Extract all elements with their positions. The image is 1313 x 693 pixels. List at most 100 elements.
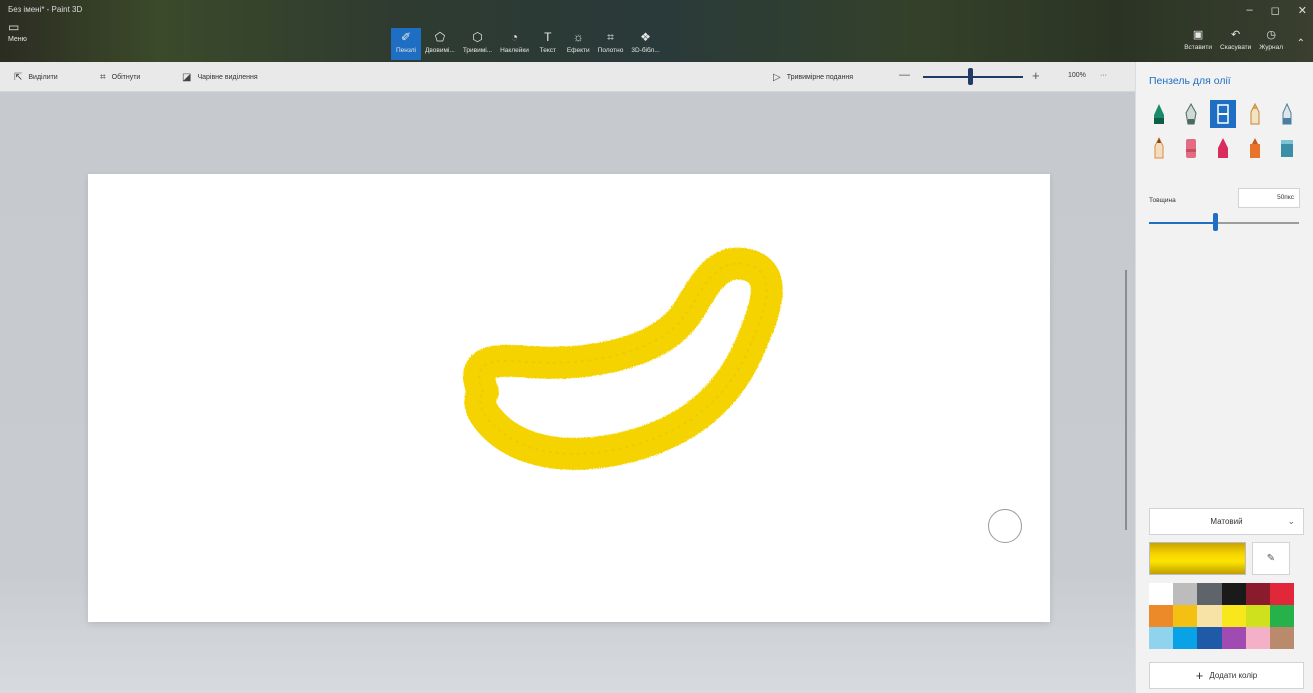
marker-brush-icon <box>1154 104 1164 124</box>
panel-title: Пензель для олії <box>1149 75 1231 87</box>
color-swatch[interactable] <box>1197 605 1222 627</box>
color-swatch[interactable] <box>1245 583 1270 605</box>
undo-button[interactable]: ↶ Скасувати <box>1220 28 1251 51</box>
vertical-scrollbar[interactable] <box>1125 270 1127 530</box>
tab-label: 3D-бібл... <box>631 47 660 54</box>
color-swatch[interactable] <box>1173 627 1198 649</box>
view-3d-label: Тривимірне подання <box>786 74 854 81</box>
current-color-swatch[interactable] <box>1149 542 1246 575</box>
2d-shapes-icon: ⬠ <box>434 30 446 44</box>
brush-watercolor[interactable] <box>1242 100 1268 128</box>
color-swatch[interactable] <box>1245 627 1270 649</box>
brush-marker[interactable] <box>1146 100 1172 128</box>
collapse-ribbon-icon[interactable]: ⌃ <box>1297 38 1305 49</box>
thickness-label: Товщина <box>1149 197 1176 204</box>
calligraphy-pen-icon <box>1185 103 1197 125</box>
crayon-icon <box>1218 138 1228 158</box>
color-swatch[interactable] <box>1197 627 1222 649</box>
history-label: Журнал <box>1259 44 1283 51</box>
color-swatch[interactable] <box>1173 583 1198 605</box>
tab-brushes[interactable]: ✐ Пензлі <box>391 28 421 60</box>
magic-select-button[interactable]: ◪ Чарівне виділення <box>182 72 258 83</box>
tab-2d-shapes[interactable]: ⬠ Двовимі... <box>421 28 459 60</box>
thickness-slider-thumb[interactable] <box>1213 213 1218 231</box>
crop-button[interactable]: ⌗ Обітнути <box>100 72 140 83</box>
select-button[interactable]: ⇱ Виділити <box>14 72 58 83</box>
pixel-pen-icon <box>1282 103 1292 125</box>
tab-effects[interactable]: ☼ Ефекти <box>563 28 594 60</box>
color-swatch[interactable] <box>1197 583 1222 605</box>
color-swatch[interactable] <box>1269 583 1295 605</box>
tab-3d-library[interactable]: ❖ 3D-бібл... <box>627 28 663 60</box>
color-palette <box>1149 583 1295 649</box>
more-options-button[interactable]: ··· <box>1100 72 1107 79</box>
color-swatch[interactable] <box>1173 605 1198 627</box>
maximize-button[interactable]: ◻ <box>1271 4 1280 17</box>
color-swatch[interactable] <box>1149 583 1174 605</box>
canvas-icon: ⌗ <box>607 30 614 44</box>
tab-label: Пензлі <box>395 47 417 54</box>
tab-label: Двовимі... <box>425 47 455 54</box>
color-swatch[interactable] <box>1269 605 1295 627</box>
yellow-paint-stroke <box>463 247 783 470</box>
3d-view-icon: ▷ <box>773 72 781 83</box>
add-color-button[interactable]: + Додати колір <box>1149 662 1304 689</box>
tab-canvas[interactable]: ⌗ Полотно <box>594 28 628 60</box>
color-swatch[interactable] <box>1221 605 1246 627</box>
menu-label: Меню <box>8 36 27 43</box>
fill-bucket-icon <box>1281 140 1293 157</box>
history-button[interactable]: ◷ Журнал <box>1259 28 1283 51</box>
brush-cursor-circle <box>988 509 1022 543</box>
brush-eraser[interactable] <box>1178 134 1204 162</box>
paste-button[interactable]: ▣ Вставити <box>1184 28 1212 51</box>
zoom-level: 100% <box>1068 72 1086 79</box>
drawing-canvas[interactable] <box>88 174 1050 622</box>
view-3d-toggle[interactable]: ▷ Тривимірне подання <box>773 72 853 83</box>
tab-3d-shapes[interactable]: ⬡ Тривимі... <box>459 28 496 60</box>
finish-dropdown[interactable]: Матовий ⌄ <box>1149 508 1304 535</box>
brush-fill[interactable] <box>1274 134 1300 162</box>
history-icon: ◷ <box>1266 29 1276 41</box>
brush-pixel-pen[interactable] <box>1274 100 1300 128</box>
select-label: Виділити <box>28 74 58 81</box>
brush-pencil[interactable] <box>1146 134 1172 162</box>
paste-label: Вставити <box>1184 44 1213 51</box>
add-color-label: Додати колір <box>1209 671 1258 680</box>
minimize-button[interactable]: – <box>1247 4 1253 17</box>
color-swatch[interactable] <box>1149 627 1174 649</box>
3d-shapes-icon: ⬡ <box>472 30 483 44</box>
close-button[interactable]: ✕ <box>1298 4 1307 17</box>
menu-button[interactable]: ▭ Меню <box>8 20 48 56</box>
eyedropper-icon: ✎ <box>1266 553 1276 564</box>
undo-icon: ↶ <box>1231 29 1241 41</box>
tab-stickers[interactable]: ◔ Наклейки <box>496 28 533 60</box>
magic-select-icon: ◪ <box>182 72 192 83</box>
tab-text[interactable]: T Текст <box>533 28 563 60</box>
color-swatch[interactable] <box>1221 583 1246 605</box>
brush-calligraphy[interactable] <box>1178 100 1204 128</box>
tab-label: Наклейки <box>500 47 529 54</box>
crop-label: Обітнути <box>111 74 141 81</box>
brush-oil[interactable] <box>1210 100 1236 128</box>
color-swatch[interactable] <box>1149 605 1174 627</box>
zoom-out-button[interactable]: — <box>899 69 910 81</box>
zoom-slider-track[interactable] <box>923 76 1023 78</box>
window-title: Без імені* - Paint 3D <box>8 5 83 14</box>
color-swatch[interactable] <box>1221 627 1246 649</box>
zoom-slider-thumb[interactable] <box>968 68 973 85</box>
color-swatch[interactable] <box>1245 605 1270 627</box>
color-swatch[interactable] <box>1269 627 1295 649</box>
thickness-slider-fill <box>1149 222 1215 224</box>
thickness-input[interactable]: 50пкс <box>1238 188 1300 208</box>
tab-label: Текст <box>539 47 557 54</box>
eyedropper-button[interactable]: ✎ <box>1252 542 1290 575</box>
zoom-in-button[interactable]: + <box>1032 68 1040 83</box>
folder-icon: ▭ <box>8 20 20 34</box>
cursor-icon: ⇱ <box>14 72 23 83</box>
undo-label: Скасувати <box>1220 44 1252 51</box>
brush-crayon[interactable] <box>1210 134 1236 162</box>
brush-grid <box>1146 100 1306 168</box>
effects-icon: ☼ <box>572 30 584 44</box>
brush-spray-can[interactable] <box>1242 134 1268 162</box>
window-controls: – ◻ ✕ <box>1247 4 1307 17</box>
